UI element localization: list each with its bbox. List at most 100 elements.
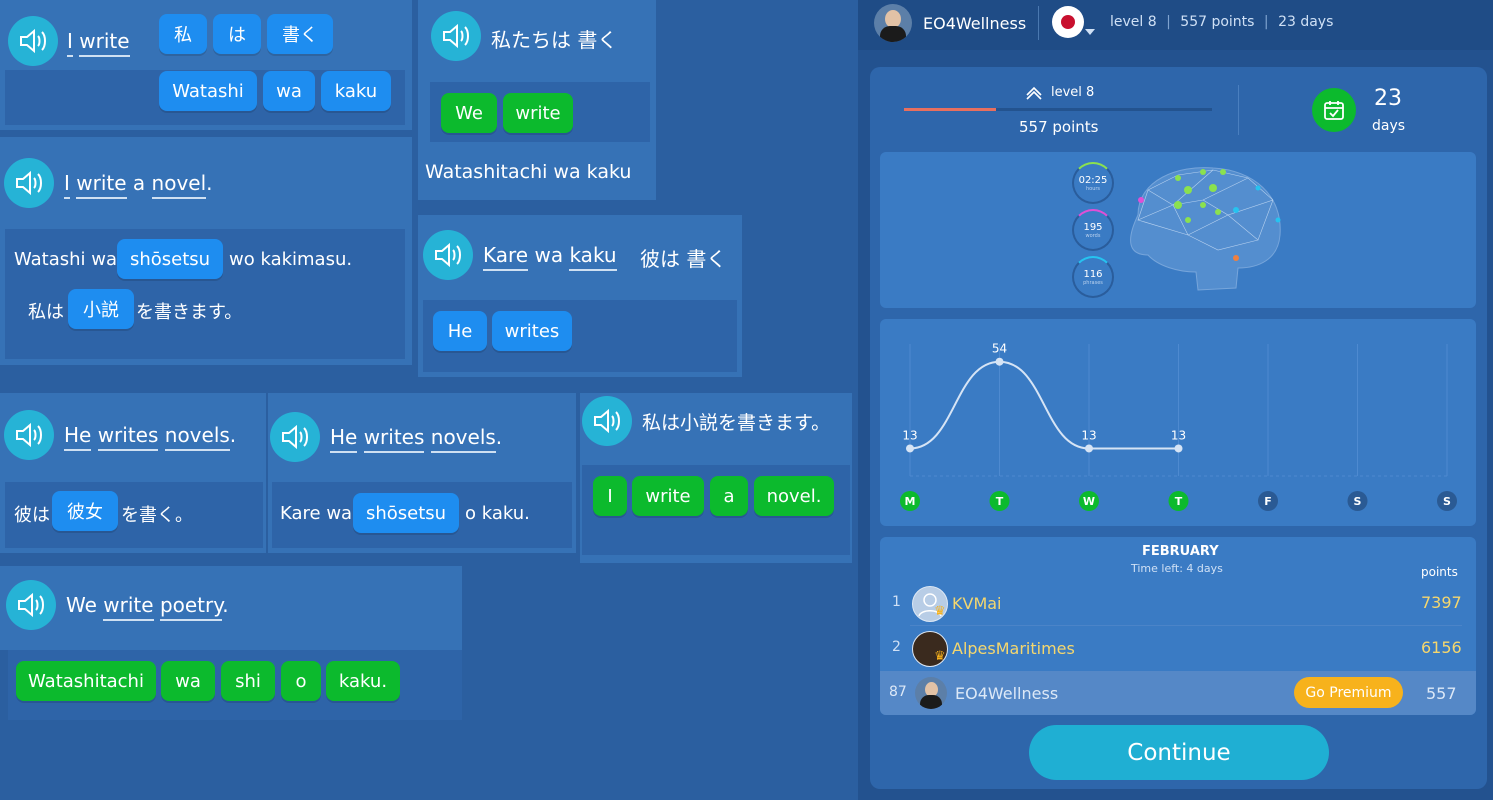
- data-point: [1174, 444, 1183, 453]
- speaker-button[interactable]: [270, 412, 320, 462]
- chip[interactable]: Watashi: [159, 71, 257, 111]
- data-label: 13: [902, 428, 917, 442]
- word[interactable]: I: [64, 171, 70, 199]
- phrases-unit: phrases: [1083, 279, 1103, 286]
- chevron-down-icon[interactable]: [1085, 29, 1095, 35]
- days-value: 23: [1374, 86, 1402, 111]
- word[interactable]: write: [76, 171, 127, 199]
- data-label: 54: [992, 342, 1007, 356]
- speaker-icon: [435, 242, 461, 268]
- words-value: 195: [1083, 221, 1103, 233]
- word[interactable]: wa: [534, 243, 563, 267]
- chip[interactable]: He: [433, 311, 487, 351]
- go-premium-button[interactable]: Go Premium: [1294, 677, 1403, 708]
- speaker-button[interactable]: [431, 11, 481, 61]
- answer-text: Kare wa: [280, 503, 353, 524]
- rank: 2: [892, 639, 901, 655]
- chip[interactable]: 私: [159, 14, 207, 54]
- word[interactable]: novels: [430, 425, 496, 453]
- chip[interactable]: write: [632, 476, 704, 516]
- chip[interactable]: novel.: [754, 476, 834, 516]
- rank: 87: [889, 684, 907, 700]
- chip[interactable]: 彼女: [52, 491, 118, 531]
- days-label: days: [1372, 118, 1406, 134]
- chip[interactable]: shōsetsu: [117, 239, 223, 279]
- punctuation: .: [222, 593, 229, 617]
- speaker-icon: [594, 408, 620, 434]
- word[interactable]: write: [103, 593, 154, 621]
- chip[interactable]: 書く: [267, 14, 333, 54]
- chip[interactable]: 小説: [68, 289, 134, 329]
- chip[interactable]: wa: [161, 661, 215, 701]
- answer-text: を書きます。: [136, 302, 243, 323]
- chip[interactable]: a: [710, 476, 748, 516]
- speaker-icon: [443, 23, 469, 49]
- phrase-jp: 彼は 書く: [640, 247, 727, 271]
- leader-points: 6156: [1421, 638, 1462, 657]
- answer-text: Watashi wa: [14, 249, 118, 270]
- hours-unit: hours: [1085, 185, 1101, 192]
- crown-icon: ♛: [934, 604, 946, 619]
- word[interactable]: writes: [97, 423, 159, 451]
- leader-name[interactable]: EO4Wellness: [955, 684, 1058, 703]
- answer-text: wo kakimasu.: [229, 249, 353, 270]
- speaker-button[interactable]: [423, 230, 473, 280]
- speaker-icon: [282, 424, 308, 450]
- day-label: T: [1175, 495, 1183, 508]
- word[interactable]: novels: [164, 423, 230, 451]
- data-point: [1085, 444, 1093, 453]
- word[interactable]: Kare: [483, 243, 529, 271]
- speaker-icon: [18, 592, 44, 618]
- chip[interactable]: I: [593, 476, 627, 516]
- day-label: F: [1264, 495, 1272, 508]
- chip[interactable]: shi: [221, 661, 275, 701]
- chip[interactable]: o: [281, 661, 321, 701]
- word[interactable]: poetry: [159, 593, 223, 621]
- phrase-text: We write poetry.: [66, 593, 229, 621]
- speaker-button[interactable]: [8, 16, 58, 66]
- speaker-icon: [20, 28, 46, 54]
- word[interactable]: I: [67, 29, 73, 57]
- level-up-icon: [1025, 84, 1043, 104]
- word[interactable]: He: [330, 425, 358, 453]
- day-label: S: [1354, 495, 1362, 508]
- chip[interactable]: kaku: [321, 71, 391, 111]
- language-flag-button[interactable]: [1052, 6, 1084, 38]
- crown-icon: ♛: [934, 649, 946, 664]
- punctuation: .: [495, 425, 503, 449]
- phrase-text: I write a novel.: [64, 171, 213, 199]
- chip[interactable]: は: [213, 14, 261, 54]
- word[interactable]: novel: [151, 171, 207, 199]
- data-label: 13: [1081, 428, 1096, 442]
- speaker-button[interactable]: [4, 158, 54, 208]
- speaker-button[interactable]: [4, 410, 54, 460]
- avatar[interactable]: [874, 4, 912, 42]
- hours-ring: 02:25 hours: [1072, 162, 1114, 204]
- word[interactable]: writes: [363, 425, 425, 453]
- continue-button[interactable]: Continue: [1029, 725, 1329, 780]
- word[interactable]: We: [66, 593, 97, 617]
- username[interactable]: EO4Wellness: [923, 14, 1026, 33]
- header-points: 557 points: [1180, 14, 1255, 30]
- avatar[interactable]: [915, 677, 947, 709]
- word[interactable]: He: [64, 423, 92, 451]
- calendar-check-icon: [1312, 88, 1356, 132]
- leader-name[interactable]: KVMai: [952, 594, 1002, 613]
- chip[interactable]: shōsetsu: [353, 493, 459, 533]
- speaker-button[interactable]: [582, 396, 632, 446]
- word[interactable]: kaku: [569, 243, 617, 271]
- answer-text: 彼は: [14, 505, 50, 526]
- chip[interactable]: Watashitachi: [16, 661, 156, 701]
- word[interactable]: a: [133, 171, 145, 195]
- header-level: level 8: [1110, 14, 1157, 30]
- chip[interactable]: kaku.: [326, 661, 400, 701]
- chip[interactable]: writes: [492, 311, 572, 351]
- chip[interactable]: We: [441, 93, 497, 133]
- hours-value: 02:25: [1078, 174, 1108, 186]
- chip[interactable]: write: [503, 93, 573, 133]
- speaker-button[interactable]: [6, 580, 56, 630]
- word[interactable]: write: [79, 29, 130, 57]
- leader-name[interactable]: AlpesMaritimes: [952, 639, 1075, 658]
- chip[interactable]: wa: [263, 71, 315, 111]
- phrases-ring: 116 phrases: [1072, 256, 1114, 298]
